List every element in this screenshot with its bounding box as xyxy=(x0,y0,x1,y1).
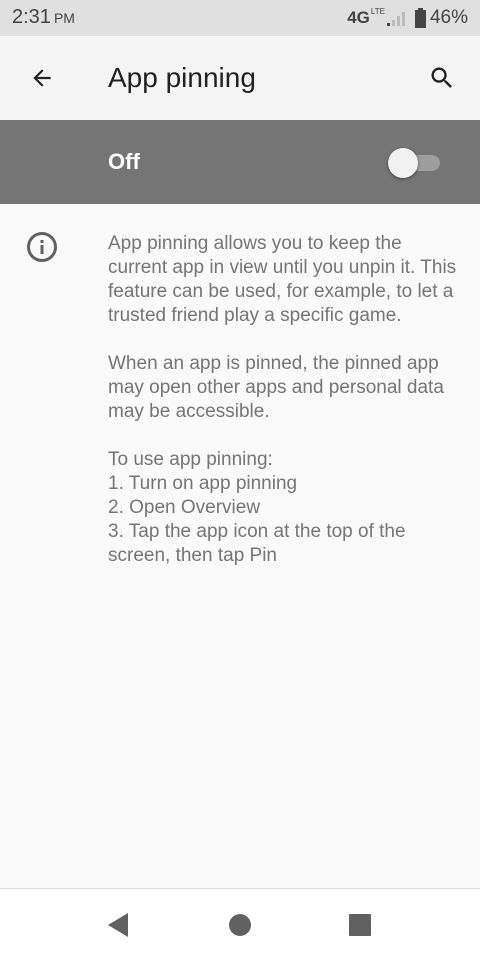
description-paragraph-2: When an app is pinned, the pinned app ma… xyxy=(108,353,444,422)
clock-time: 2:31 xyxy=(12,6,51,28)
page-title: App pinning xyxy=(108,62,256,93)
arrow-back-icon xyxy=(33,69,51,87)
status-time: 2:31 PM xyxy=(12,6,75,29)
network-subtype: LTE xyxy=(370,6,385,16)
back-button[interactable] xyxy=(18,54,66,102)
pinning-toggle[interactable] xyxy=(388,148,442,178)
navigation-bar xyxy=(0,888,480,960)
battery-icon xyxy=(414,8,426,28)
description-paragraph-1: App pinning allows you to keep the curre… xyxy=(108,233,457,326)
home-circle-icon xyxy=(229,914,251,936)
instruction-step: 2. Open Overview xyxy=(108,497,261,518)
app-bar: App pinning xyxy=(0,36,480,120)
master-switch-bar[interactable]: Off xyxy=(0,120,480,204)
instruction-step: 1. Turn on app pinning xyxy=(108,473,298,494)
status-indicators: 4G LTE 46% xyxy=(347,6,468,30)
search-icon xyxy=(431,67,452,88)
nav-back-button[interactable] xyxy=(98,905,138,945)
toggle-thumb xyxy=(388,148,418,178)
instructions: To use app pinning: 1. Turn on app pinni… xyxy=(108,448,458,568)
switch-label: Off xyxy=(108,149,140,174)
search-button[interactable] xyxy=(418,54,466,102)
clock-ampm: PM xyxy=(53,10,75,26)
status-bar: 2:31 PM 4G LTE 46% xyxy=(0,0,480,36)
nav-home-button[interactable] xyxy=(220,905,260,945)
info-icon xyxy=(27,232,57,262)
nav-recents-button[interactable] xyxy=(340,905,380,945)
recents-square-icon xyxy=(349,914,371,936)
network-type: 4G xyxy=(347,8,370,27)
signal-icon xyxy=(386,12,405,26)
back-triangle-icon xyxy=(108,913,128,937)
description: App pinning allows you to keep the curre… xyxy=(108,232,458,568)
instruction-step: 3. Tap the app icon at the top of the sc… xyxy=(108,521,406,566)
instructions-intro: To use app pinning: xyxy=(108,449,273,470)
battery-percent: 46% xyxy=(429,7,468,28)
